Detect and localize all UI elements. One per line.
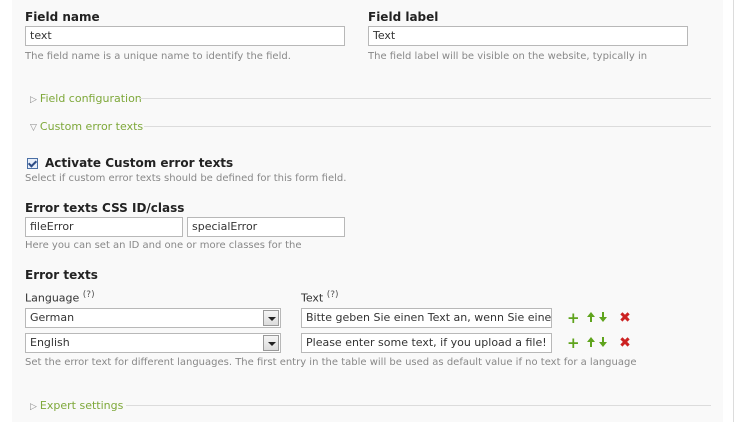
css-id-input[interactable]: fileError bbox=[25, 217, 183, 237]
field-name-label: Field name bbox=[25, 10, 100, 24]
field-label-label: Field label bbox=[368, 10, 439, 24]
error-texts-label: Error texts bbox=[25, 268, 98, 282]
expert-settings-toggle[interactable]: ▷ Expert settings bbox=[30, 399, 123, 412]
activate-checkbox[interactable] bbox=[27, 158, 38, 169]
field-name-input[interactable]: text bbox=[25, 26, 345, 46]
divider bbox=[144, 126, 711, 127]
delete-row-icon[interactable]: ✖ bbox=[619, 336, 631, 350]
language-select-value: English bbox=[30, 336, 70, 349]
text-help-link[interactable]: (?) bbox=[327, 290, 339, 300]
css-hint: Here you can set an ID and one or more c… bbox=[25, 240, 302, 251]
activate-hint: Select if custom error texts should be d… bbox=[25, 173, 347, 184]
language-help-link[interactable]: (?) bbox=[83, 290, 95, 300]
collapsed-triangle-icon: ▷ bbox=[30, 402, 37, 412]
panel-border bbox=[733, 0, 734, 422]
activate-label: Activate Custom error texts bbox=[45, 156, 234, 170]
collapsed-triangle-icon: ▷ bbox=[30, 95, 37, 105]
expert-settings-label: Expert settings bbox=[39, 399, 124, 412]
field-label-hint: The field label will be visible on the w… bbox=[368, 51, 648, 62]
field-label-input[interactable]: Text bbox=[368, 26, 688, 46]
custom-error-texts-label: Custom error texts bbox=[39, 120, 144, 133]
dropdown-arrow-icon[interactable] bbox=[263, 310, 279, 326]
divider bbox=[126, 405, 711, 406]
expanded-triangle-icon: ▽ bbox=[30, 123, 37, 133]
field-configuration-label: Field configuration bbox=[39, 92, 142, 105]
field-configuration-toggle[interactable]: ▷ Field configuration bbox=[30, 92, 142, 105]
add-row-icon[interactable]: + bbox=[567, 336, 580, 351]
field-name-hint: The field name is a unique name to ident… bbox=[25, 51, 291, 62]
text-header-text: Text bbox=[301, 291, 324, 305]
add-row-icon[interactable]: + bbox=[567, 311, 580, 326]
css-id-class-label: Error texts CSS ID/class bbox=[25, 201, 185, 215]
language-select[interactable]: German bbox=[25, 308, 281, 328]
delete-row-icon[interactable]: ✖ bbox=[619, 311, 631, 325]
divider bbox=[140, 98, 711, 99]
language-select[interactable]: English bbox=[25, 333, 281, 353]
text-column-header: Text (?) bbox=[301, 290, 339, 305]
language-header-text: Language bbox=[25, 291, 80, 305]
error-text-input[interactable]: Please enter some text, if you upload a … bbox=[301, 333, 552, 353]
error-texts-hint: Set the error text for different languag… bbox=[25, 357, 637, 368]
custom-error-texts-toggle[interactable]: ▽ Custom error texts bbox=[30, 120, 143, 133]
language-column-header: Language (?) bbox=[25, 290, 95, 305]
error-text-input[interactable]: Bitte geben Sie einen Text an, wenn Sie … bbox=[301, 308, 552, 328]
language-select-value: German bbox=[30, 311, 75, 324]
dropdown-arrow-icon[interactable] bbox=[263, 335, 279, 351]
css-class-input[interactable]: specialError bbox=[187, 217, 345, 237]
